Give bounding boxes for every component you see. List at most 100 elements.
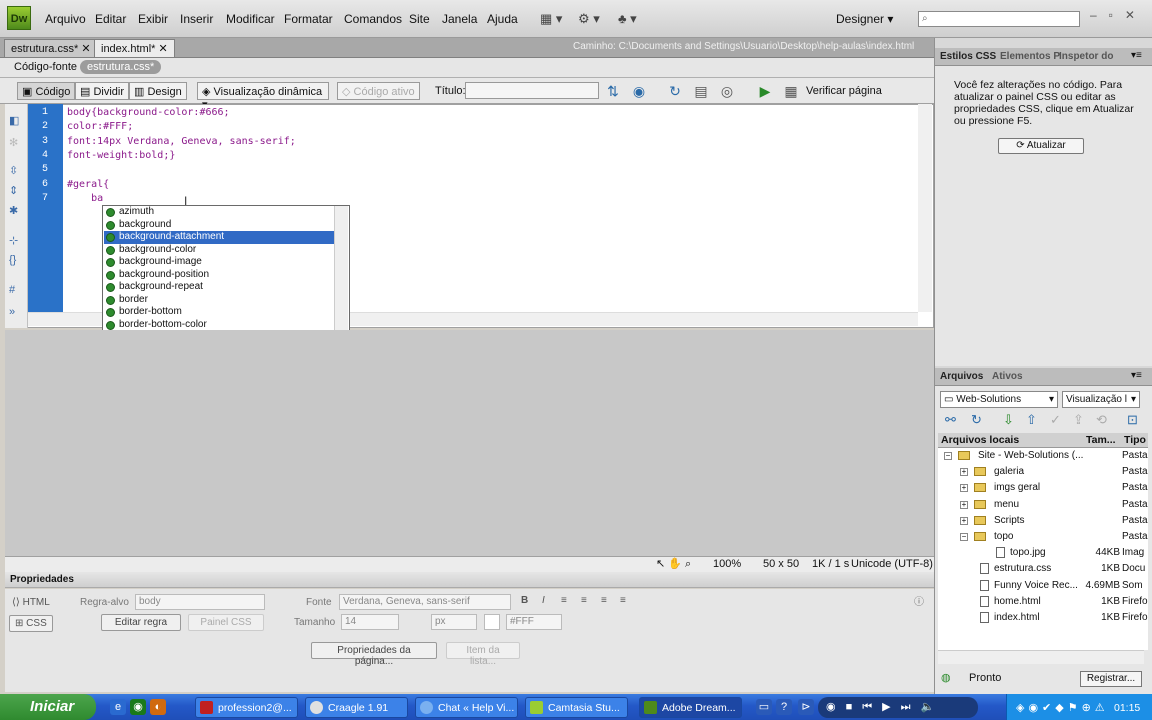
file-row[interactable]: + imgs geral Pasta (938, 480, 1148, 496)
menu-formatar[interactable]: Formatar (284, 12, 333, 26)
collapse-selection-icon[interactable]: ⇕ (9, 184, 18, 197)
collapse-icon[interactable]: − (944, 452, 952, 460)
live-view-button[interactable]: ◈ Visualização dinâmica ▾ (197, 82, 329, 111)
code-hint-item[interactable]: border-bottom (104, 306, 334, 319)
file-row[interactable]: index.html 1KB Firefo (938, 610, 1148, 626)
more-icon[interactable]: » (9, 306, 15, 318)
media-buttons-icon[interactable]: ◉■⏮▶⏭🔈 (826, 700, 944, 714)
code-hint-item[interactable]: background (104, 219, 334, 232)
status-tools-icon[interactable]: ↖ ✋ ⌕ (656, 557, 691, 571)
refresh-icon[interactable]: ↻ (666, 82, 684, 100)
header-size[interactable]: Tam... (1086, 434, 1116, 446)
file-row[interactable]: Funny Voice Rec... 4.69MB Som (938, 578, 1148, 594)
files-horizontal-scrollbar[interactable] (938, 650, 1144, 664)
menu-site[interactable]: Site (409, 12, 430, 26)
menu-arquivo[interactable]: Arquivo (45, 12, 86, 26)
open-documents-icon[interactable]: ◧ (9, 114, 19, 127)
tab-ap-elements[interactable]: Elementos P (1000, 51, 1060, 62)
title-input[interactable] (465, 82, 599, 99)
italic-icon[interactable]: I (542, 595, 545, 606)
collapse-icon[interactable]: − (960, 533, 968, 541)
taskbar-item[interactable]: profession2@... (195, 697, 298, 718)
file-row[interactable]: − topo Pasta (938, 529, 1148, 545)
page-properties-button[interactable]: Propriedades da página... (311, 642, 437, 667)
zoom-level[interactable]: 100% (713, 558, 741, 570)
ie-icon[interactable]: e (110, 699, 126, 715)
code-hint-item[interactable]: background-position (104, 269, 334, 282)
font-select[interactable]: Verdana, Geneva, sans-serif (339, 594, 511, 610)
file-row[interactable]: estrutura.css 1KB Docu (938, 561, 1148, 577)
design-view-button[interactable]: ▥ Design (129, 82, 187, 100)
refresh-button[interactable]: ⟳ Atualizar (998, 138, 1084, 154)
preview-browser-icon[interactable]: ◉ (630, 82, 648, 100)
taskbar-arrow-icon[interactable]: ⊳ (798, 699, 814, 715)
checkin-icon[interactable]: ⇪ (1073, 412, 1084, 428)
connect-icon[interactable]: ⚯ (945, 412, 956, 428)
unit-select[interactable]: px (431, 614, 477, 630)
css-mode-button[interactable]: ⊞ CSS (9, 615, 53, 632)
file-row[interactable]: + galeria Pasta (938, 464, 1148, 480)
code-hint-item[interactable]: background-image (104, 256, 334, 269)
window-controls[interactable]: –▫✕ (1090, 8, 1147, 22)
header-type[interactable]: Tipo (1124, 434, 1146, 446)
code-view-button[interactable]: ▣ Código (17, 82, 76, 100)
select-parent-tag-icon[interactable]: ⊹ (9, 234, 18, 247)
color-input[interactable]: #FFF (506, 614, 562, 630)
justify-icon[interactable]: ≡ (620, 595, 626, 606)
validate-icon[interactable]: ▶ (756, 82, 774, 100)
code-hint-item[interactable]: azimuth (104, 206, 334, 219)
search-input[interactable]: ⌕ (918, 11, 1080, 27)
layout-icon[interactable]: ▦ ▾ (540, 11, 562, 27)
bold-icon[interactable]: B (521, 595, 528, 606)
window-size[interactable]: 50 x 50 (763, 558, 799, 570)
workspace-switcher[interactable]: Designer ▾ (836, 12, 893, 26)
related-file-css[interactable]: estrutura.css* (80, 60, 162, 74)
taskbar-item[interactable]: Camtasia Stu... (525, 697, 628, 718)
code-hint-item-selected[interactable]: background-attachment (104, 231, 334, 244)
menu-ajuda[interactable]: Ajuda (487, 12, 518, 26)
expand-icon[interactable]: + (960, 516, 968, 525)
expand-icon[interactable]: ⊡ (1127, 412, 1138, 428)
tab-index-html[interactable]: index.html* ✕ (94, 39, 175, 57)
panel-menu-icon[interactable]: ▾≡ (1131, 370, 1142, 381)
tab-estrutura-css[interactable]: estrutura.css* ✕ (4, 39, 98, 57)
close-icon[interactable]: ✕ (158, 43, 167, 55)
css-panel-button[interactable]: Painel CSS (188, 614, 264, 631)
target-rule-select[interactable]: body (135, 594, 265, 610)
align-right-icon[interactable]: ≡ (601, 595, 607, 606)
file-row[interactable]: topo.jpg 44KB Imag (938, 545, 1148, 561)
tray-icons[interactable]: ◈◉✔◆⚑⊕⚠ (1016, 701, 1109, 714)
start-button[interactable]: Iniciar (0, 694, 96, 720)
list-item-button[interactable]: Item da lista... (446, 642, 520, 667)
expand-icon[interactable]: + (960, 484, 968, 493)
tab-files[interactable]: Arquivos (940, 371, 983, 382)
html-mode-button[interactable]: ⟨⟩ HTML (12, 597, 50, 608)
expand-icon[interactable]: + (960, 468, 968, 477)
taskbar-window-icon[interactable]: ▭ (756, 699, 772, 715)
color-swatch[interactable] (484, 614, 500, 630)
help-icon[interactable]: ⓘ (914, 593, 924, 608)
expand-icon[interactable]: + (960, 500, 968, 509)
code-hint-item[interactable]: background-color (104, 244, 334, 257)
file-management-icon[interactable]: ⇅ (604, 82, 622, 100)
menu-modificar[interactable]: Modificar (226, 12, 275, 26)
line-numbers-icon[interactable]: # (9, 284, 15, 296)
site-icon[interactable]: ♣ ▾ (618, 11, 637, 27)
balance-braces-icon[interactable]: {} (9, 254, 16, 266)
code-hint-item[interactable]: background-repeat (104, 281, 334, 294)
collapse-tag-icon[interactable]: ⇳ (9, 164, 18, 177)
sync-icon[interactable]: ⟲ (1096, 412, 1107, 428)
firefox-icon[interactable]: ◐ (150, 699, 166, 715)
checkout-icon[interactable]: ✓ (1050, 412, 1061, 428)
register-button[interactable]: Registrar... (1080, 671, 1142, 687)
code-hint-item[interactable]: border (104, 294, 334, 307)
file-row[interactable]: + Scripts Pasta (938, 513, 1148, 529)
taskbar-item-active[interactable]: Adobe Dream... (639, 697, 742, 718)
menu-exibir[interactable]: Exibir (138, 12, 168, 26)
log-icon[interactable]: ◍ (941, 671, 951, 684)
menu-inserir[interactable]: Inserir (180, 12, 213, 26)
editor-vertical-scrollbar[interactable] (918, 104, 932, 312)
related-source-code[interactable]: Código-fonte (14, 61, 77, 73)
check-page-label[interactable]: Verificar página (806, 85, 882, 97)
view-select[interactable]: Visualização l ▾ (1062, 391, 1140, 408)
